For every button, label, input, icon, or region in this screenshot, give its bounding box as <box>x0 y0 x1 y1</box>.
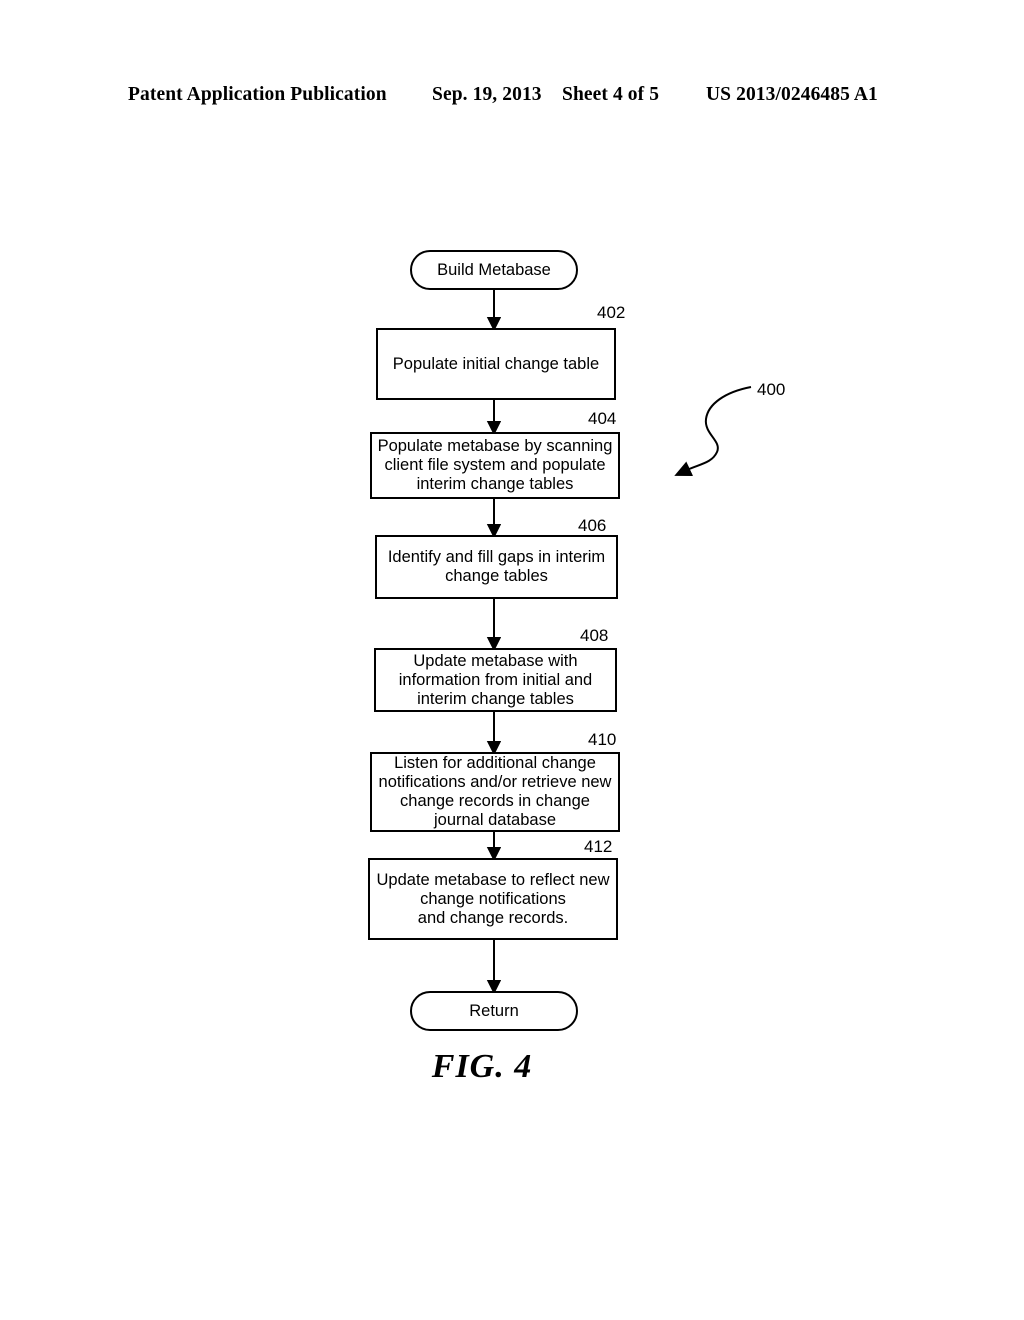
node-label-410: Listen for additional change notificatio… <box>378 754 612 829</box>
node-label-406: Identify and fill gaps in interim change… <box>387 548 606 585</box>
node-label-404: Populate metabase by scanning client fil… <box>377 437 613 493</box>
reference-numeral-404: 404 <box>588 409 617 428</box>
flowchart-node-408[interactable]: Update metabase with information from in… <box>374 648 617 712</box>
figure-caption-text: FIG. 4 <box>431 1048 533 1085</box>
reference-numeral-412: 412 <box>584 837 613 856</box>
flowchart-node-return[interactable]: Return <box>410 991 578 1031</box>
flowchart-node-412[interactable]: Update metabase to reflect new change no… <box>368 858 618 940</box>
reference-numeral-410: 410 <box>588 730 617 749</box>
flowchart-figure: Build Metabase Populate initial change t… <box>0 0 1024 1320</box>
flowchart-node-410[interactable]: Listen for additional change notificatio… <box>370 752 620 832</box>
figure-caption: FIG. 4 <box>0 1048 1024 1086</box>
node-label-412: Update metabase to reflect new change no… <box>376 870 610 927</box>
flowchart-node-404[interactable]: Populate metabase by scanning client fil… <box>370 432 620 499</box>
leader-line-400 <box>674 386 752 477</box>
reference-numeral-400: 400 <box>757 380 786 399</box>
reference-numeral-406: 406 <box>578 516 607 535</box>
flowchart-node-402[interactable]: Populate initial change table <box>376 328 616 400</box>
node-label-408: Update metabase with information from in… <box>398 651 593 708</box>
reference-numeral-402: 402 <box>597 303 626 322</box>
flowchart-node-406[interactable]: Identify and fill gaps in interim change… <box>375 535 618 599</box>
flowchart-node-start[interactable]: Build Metabase <box>410 250 578 290</box>
reference-numeral-408: 408 <box>580 626 609 645</box>
node-label-402: Populate initial change table <box>392 354 600 373</box>
node-label-start: Build Metabase <box>437 260 551 279</box>
node-label-return: Return <box>469 1001 519 1020</box>
